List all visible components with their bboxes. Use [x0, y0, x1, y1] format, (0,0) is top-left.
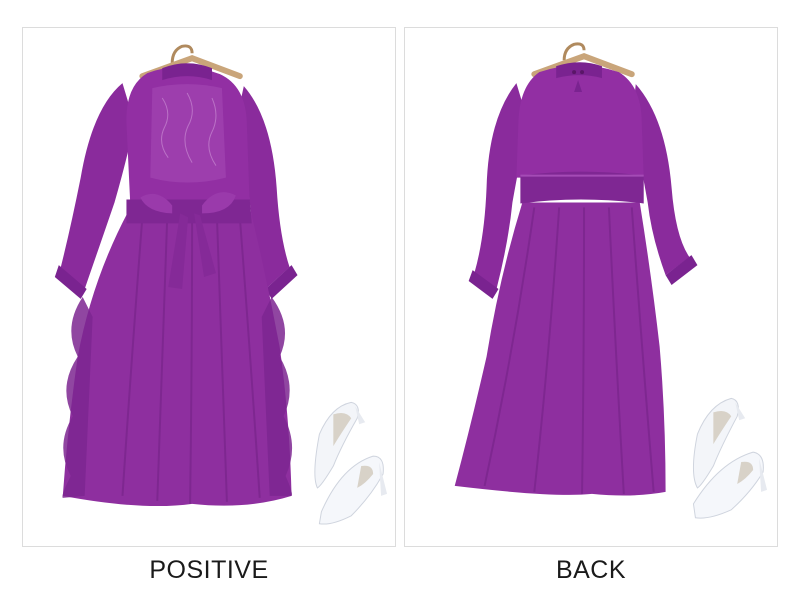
front-view-photo	[22, 27, 396, 547]
lace-panel	[150, 84, 226, 183]
front-dress-illustration	[54, 44, 388, 525]
back-dress-illustration	[454, 42, 768, 519]
bodice	[516, 65, 644, 178]
white-heels	[692, 397, 768, 519]
front-caption: POSITIVE	[149, 556, 269, 584]
white-heels	[314, 401, 388, 525]
back-caption: BACK	[555, 556, 627, 584]
back-view-photo	[404, 27, 778, 547]
